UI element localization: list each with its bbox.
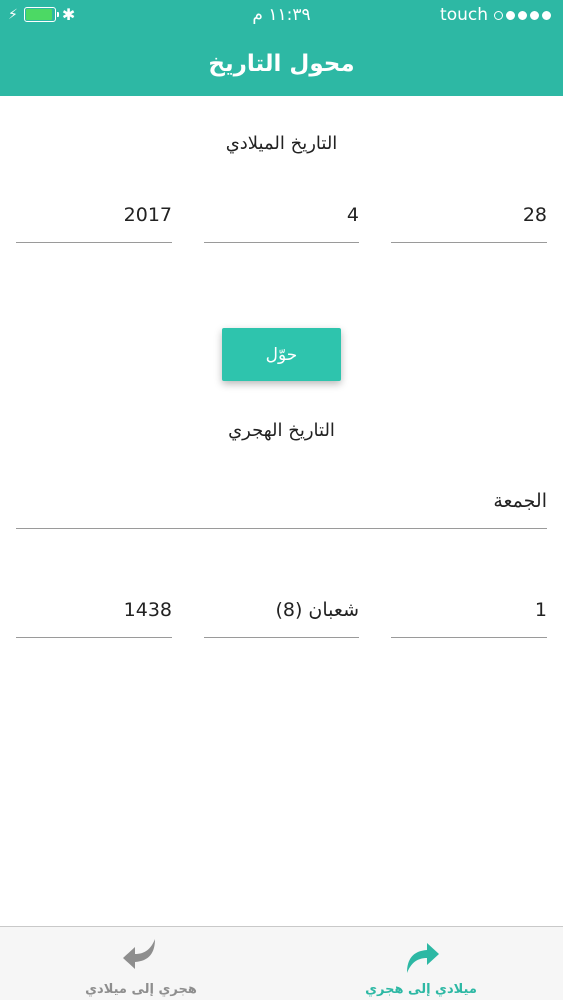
signal-dot (506, 10, 515, 20)
back-arrow-icon (123, 939, 155, 969)
hijri-month-value: شعبان (8) (275, 599, 359, 621)
page-title: محول التاريخ (0, 32, 563, 96)
carrier-name: touch (440, 5, 488, 25)
tab-label: ميلادي إلى هجري (365, 982, 477, 997)
status-right: touch (440, 5, 551, 25)
gregorian-day-field[interactable]: 28 (391, 193, 547, 243)
hijri-weekday-value: الجمعة (493, 490, 547, 512)
gregorian-year-field[interactable]: 2017 (16, 193, 172, 243)
gregorian-month-value: 4 (346, 204, 359, 226)
signal-dot (518, 10, 527, 20)
status-bar: ⚡ ✱ ١١:٣٩ م touch (0, 0, 563, 32)
gregorian-day-value: 28 (522, 204, 547, 226)
hijri-year-field: 1438 (16, 588, 172, 638)
convert-button[interactable]: حوّل (222, 328, 341, 381)
hijri-day-field: 1 (391, 588, 547, 638)
gregorian-date-label: التاريخ الميلادي (225, 133, 338, 154)
signal-dot (542, 10, 551, 20)
tab-gregorian-to-hijri[interactable]: ميلادي إلى هجري (321, 927, 521, 1000)
tab-label: هجري إلى ميلادي (85, 982, 197, 997)
hijri-month-field: شعبان (8) (204, 588, 359, 638)
hijri-weekday-field: الجمعة (16, 479, 547, 529)
signal-strength-icon (494, 10, 551, 20)
gregorian-year-value: 2017 (123, 204, 172, 226)
tab-bar: ميلادي إلى هجري هجري إلى ميلادي (0, 926, 563, 1000)
signal-dot (530, 10, 539, 20)
forward-arrow-icon (407, 943, 439, 973)
hijri-day-value: 1 (534, 599, 547, 621)
hijri-date-label: التاريخ الهجري (228, 420, 335, 441)
hijri-year-value: 1438 (123, 599, 172, 621)
signal-dot (494, 10, 503, 20)
gregorian-month-field[interactable]: 4 (204, 193, 359, 243)
tab-hijri-to-gregorian[interactable]: هجري إلى ميلادي (41, 927, 241, 1000)
